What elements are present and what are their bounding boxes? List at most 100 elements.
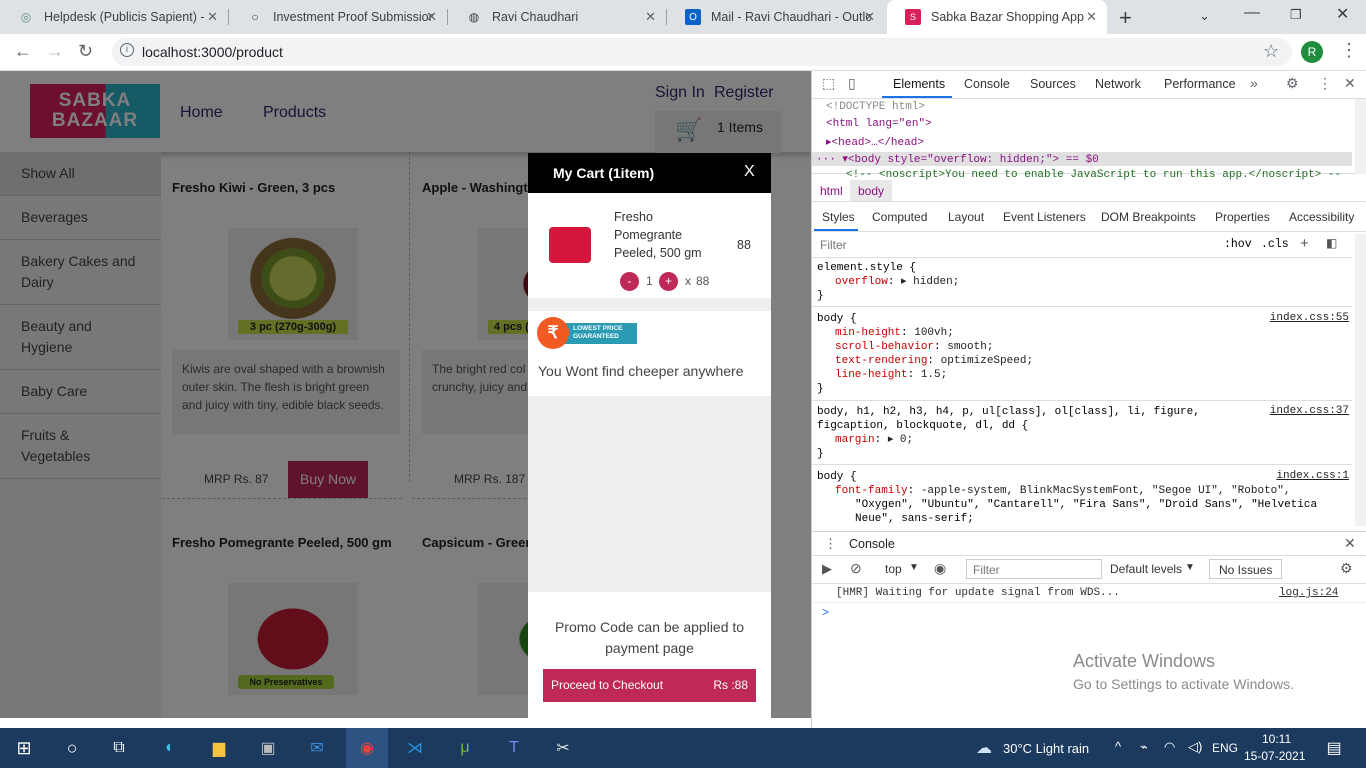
css-property[interactable]: margin (835, 434, 875, 446)
breadcrumb-html[interactable]: html (820, 184, 843, 198)
subtab-accessibility[interactable]: Accessibility (1289, 210, 1354, 224)
css-property[interactable]: overflow (835, 276, 888, 288)
css-value[interactable]: "Oxygen", "Ubuntu", "Cantarell", "Fira S… (817, 498, 1349, 512)
settings-gear-icon[interactable]: ⚙ (1286, 75, 1299, 92)
clear-console-icon[interactable]: ⊘ (850, 560, 862, 577)
console-drawer-tab[interactable]: Console (849, 537, 895, 551)
wifi-icon[interactable]: ◠ (1164, 739, 1175, 755)
notification-icon[interactable]: ▤ (1322, 736, 1346, 760)
css-value[interactable]: 100vh; (914, 327, 954, 339)
profile-avatar[interactable]: R (1301, 41, 1323, 63)
close-tab-icon[interactable]: ✕ (1086, 9, 1097, 25)
css-selector[interactable]: body { (817, 470, 1349, 484)
devtools-tab-performance[interactable]: Performance (1164, 77, 1236, 91)
chrome-icon[interactable]: ◉ (355, 736, 379, 760)
dom-node[interactable]: <html lang="en"> (826, 118, 932, 130)
devtools-tab-network[interactable]: Network (1095, 77, 1141, 91)
css-value[interactable]: ▸ hidden; (901, 276, 959, 288)
css-value[interactable]: smooth; (947, 341, 993, 353)
devtools-tab-console[interactable]: Console (964, 77, 1010, 91)
task-view-icon[interactable]: ⧉ (107, 736, 131, 760)
tray-chevron-icon[interactable]: ^ (1115, 739, 1121, 754)
browser-tab-outlook[interactable]: O Mail - Ravi Chaudhari - Outlo ✕ (667, 0, 885, 34)
console-settings-icon[interactable]: ⚙ (1340, 560, 1353, 577)
log-levels-dropdown[interactable]: Default levels (1110, 562, 1182, 576)
new-rule-icon[interactable]: + (1300, 235, 1309, 252)
css-selector[interactable]: element.style { (817, 261, 1349, 275)
styles-scrollbar[interactable] (1355, 234, 1366, 526)
devtools-tab-elements[interactable]: Elements (893, 77, 945, 91)
decrease-qty-button[interactable]: - (620, 272, 639, 291)
increase-qty-button[interactable]: + (659, 272, 678, 291)
css-value[interactable]: optimizeSpeed; (941, 355, 1033, 367)
minimize-icon[interactable]: — (1244, 4, 1260, 22)
device-toggle-icon[interactable]: ▯ (848, 75, 856, 92)
dom-node[interactable]: ▸<head>…</head> (826, 135, 924, 149)
context-selector[interactable]: top (885, 562, 902, 576)
breadcrumb-body[interactable]: body (850, 180, 893, 201)
new-tab-icon[interactable]: + (1119, 5, 1132, 31)
issues-button[interactable]: No Issues (1209, 559, 1283, 579)
console-prompt[interactable]: > (822, 605, 829, 619)
file-explorer-icon[interactable]: ▆ (207, 736, 231, 760)
close-tab-icon[interactable]: ✕ (864, 9, 875, 25)
subtab-layout[interactable]: Layout (948, 210, 984, 224)
css-property[interactable]: line-height (835, 369, 908, 381)
clock-date[interactable]: 15-07-2021 (1244, 749, 1305, 763)
devtools-close-icon[interactable]: ✕ (1344, 75, 1356, 92)
styles-filter-input[interactable]: Filter (820, 238, 847, 252)
dom-scrollbar[interactable] (1355, 99, 1366, 174)
browser-tab-ravi[interactable]: ◍ Ravi Chaudhari ✕ (448, 0, 666, 34)
subtab-dom-breakpoints[interactable]: DOM Breakpoints (1101, 210, 1196, 224)
css-property[interactable]: min-height (835, 327, 901, 339)
css-value[interactable]: 1.5; (921, 369, 947, 381)
live-expression-eye-icon[interactable]: ◉ (934, 560, 946, 577)
browser-tab-investment[interactable]: ○ Investment Proof Submission ✕ (229, 0, 447, 34)
language-indicator[interactable]: ENG (1212, 741, 1238, 755)
browser-tab-helpdesk[interactable]: ◎ Helpdesk (Publicis Sapient) - ✕ (0, 0, 228, 34)
dom-node-selected[interactable]: ··· ▾<body style="overflow: hidden;"> ==… (812, 152, 1352, 166)
back-icon[interactable]: ← (14, 41, 32, 62)
sidebar-toggle-icon[interactable]: ◧ (1326, 236, 1337, 250)
subtab-styles[interactable]: Styles (822, 210, 855, 224)
more-tabs-icon[interactable]: » (1250, 75, 1258, 91)
css-selector[interactable]: figcaption, blockquote, dl, dd { (817, 419, 1349, 433)
forward-icon[interactable]: → (46, 41, 64, 62)
css-source-link[interactable]: index.css:1 (1276, 470, 1349, 482)
vscode-icon[interactable]: ⋊ (403, 736, 427, 760)
clock-time[interactable]: 10:11 (1262, 732, 1291, 746)
tab-search-icon[interactable]: ⌄ (1199, 8, 1210, 24)
mail-icon[interactable]: ✉ (305, 736, 329, 760)
css-value[interactable]: ▸ 0; (888, 434, 913, 446)
inspect-icon[interactable]: ⬚ (822, 75, 835, 92)
checkout-button[interactable]: Proceed to Checkout Rs :88 (543, 669, 756, 702)
url-text[interactable]: localhost:3000/product (142, 44, 283, 60)
chrome-menu-icon[interactable]: ⋮ (1340, 40, 1358, 61)
bookmark-star-icon[interactable]: ☆ (1263, 41, 1279, 62)
snipping-tool-icon[interactable]: ✂ (551, 736, 575, 760)
windows-start-icon[interactable]: ⊞ (12, 736, 36, 760)
volume-icon[interactable]: ◁) (1188, 739, 1202, 755)
dom-node[interactable]: <!DOCTYPE html> (826, 101, 925, 113)
subtab-properties[interactable]: Properties (1215, 210, 1270, 224)
css-value[interactable]: -apple-system, BlinkMacSystemFont, "Sego… (921, 485, 1291, 497)
restore-icon[interactable]: ❐ (1290, 7, 1302, 23)
drawer-menu-icon[interactable]: ⋮ (824, 536, 837, 552)
console-sidebar-icon[interactable]: ▶︎ (822, 561, 832, 577)
console-filter-input[interactable]: Filter (966, 559, 1102, 579)
close-tab-icon[interactable]: ✕ (645, 9, 656, 25)
css-source-link[interactable]: index.css:37 (1270, 405, 1349, 417)
close-window-icon[interactable]: ✕ (1336, 4, 1349, 24)
omnibox[interactable]: i localhost:3000/product (112, 38, 1292, 66)
close-tab-icon[interactable]: ✕ (426, 9, 437, 25)
devtools-menu-icon[interactable]: ⋮ (1318, 75, 1332, 92)
teams-icon[interactable]: T (502, 736, 526, 760)
cls-toggle[interactable]: .cls (1261, 238, 1289, 251)
edge-icon[interactable]: ◐ (158, 736, 182, 760)
hov-toggle[interactable]: :hov (1224, 238, 1252, 251)
subtab-event-listeners[interactable]: Event Listeners (1003, 210, 1086, 224)
css-property[interactable]: scroll-behavior (835, 341, 934, 353)
css-source-link[interactable]: index.css:55 (1270, 312, 1349, 324)
console-message-source[interactable]: log.js:24 (1279, 587, 1338, 599)
drawer-close-icon[interactable]: ✕ (1344, 535, 1356, 552)
